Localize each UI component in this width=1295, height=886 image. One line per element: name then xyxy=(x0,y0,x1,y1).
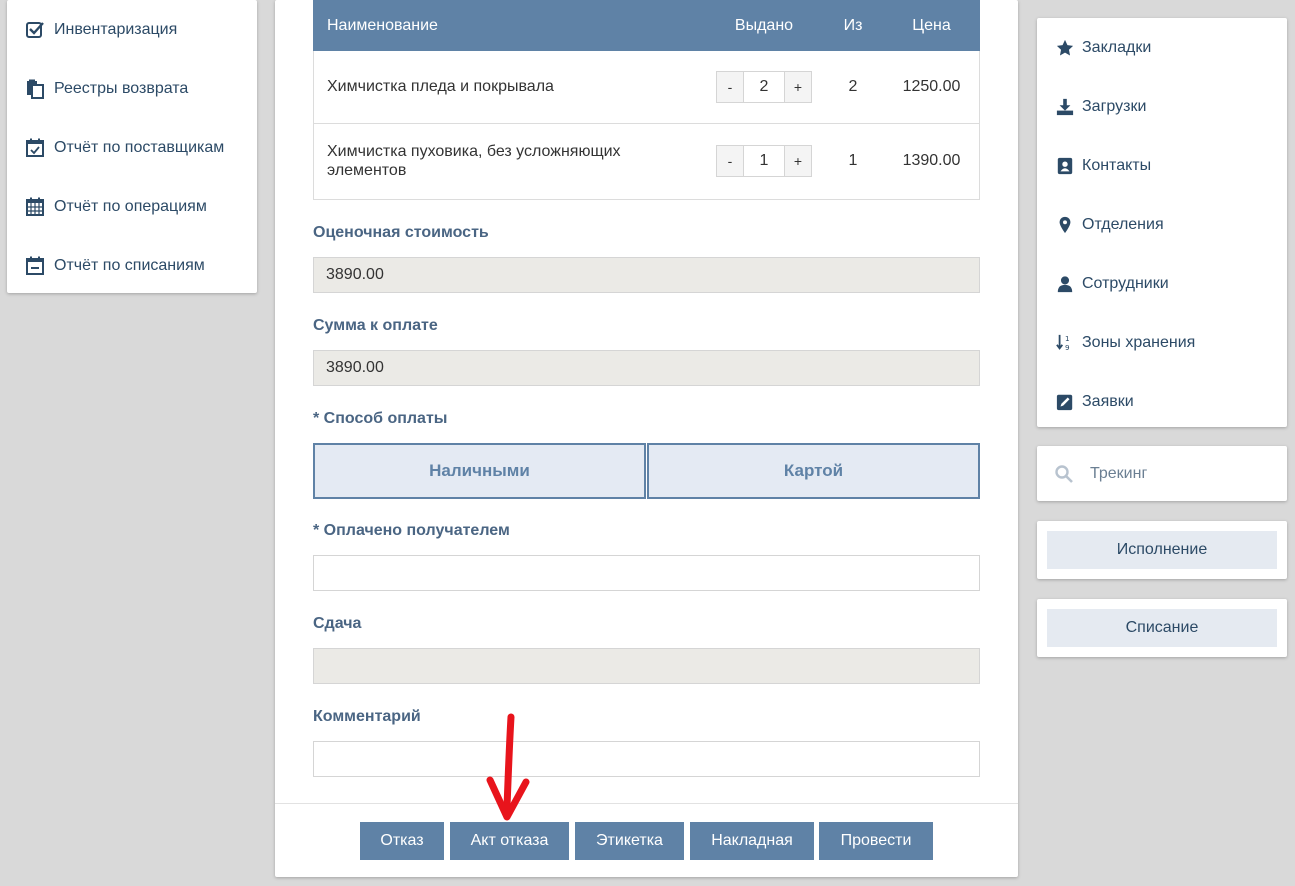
quantity-stepper: - 1 + xyxy=(716,145,812,177)
table-row: Химчистка пледа и покрывала - 2 + 2 1250… xyxy=(313,51,980,124)
quantity-stepper: - 2 + xyxy=(716,70,812,103)
menu-item-label: Инвентаризация xyxy=(54,20,178,38)
item-issued-cell: - 1 + xyxy=(705,123,823,200)
menu-item-operations-report[interactable]: Отчёт по операциям xyxy=(7,177,257,236)
sidebar-item-label: Зоны хранения xyxy=(1082,333,1196,351)
menu-item-label: Реестры возврата xyxy=(54,79,189,97)
sidebar-item-label: Контакты xyxy=(1082,156,1152,174)
estimated-cost-label: Оценочная стоимость xyxy=(313,224,489,241)
map-marker-icon xyxy=(1055,215,1075,235)
amount-due-label: Сумма к оплате xyxy=(313,317,438,334)
payment-method-group: Наличными Картой xyxy=(313,443,980,499)
write-off-button[interactable]: Списание xyxy=(1047,609,1277,647)
sidebar-item-label: Сотрудники xyxy=(1082,274,1169,292)
paid-by-recipient-label: * Оплачено получателем xyxy=(313,522,510,539)
column-header-price: Цена xyxy=(883,0,980,51)
table-header-row: Наименование Выдано Из Цена xyxy=(313,0,980,51)
sidebar-item-branches[interactable]: Отделения xyxy=(1037,195,1287,254)
change-field xyxy=(313,648,980,684)
menu-item-label: Отчёт по операциям xyxy=(54,197,207,215)
refusal-button[interactable]: Отказ xyxy=(360,822,444,860)
calendar-minus-icon xyxy=(24,255,46,277)
star-icon xyxy=(1055,38,1075,58)
tracking-input-placeholder[interactable]: Трекинг xyxy=(1090,465,1147,483)
execution-button[interactable]: Исполнение xyxy=(1047,531,1277,569)
pay-cash-button[interactable]: Наличными xyxy=(313,443,646,499)
decrement-button[interactable]: - xyxy=(717,71,743,102)
label-button[interactable]: Этикетка xyxy=(575,822,684,860)
download-icon xyxy=(1055,97,1075,117)
sidebar-item-label: Заявки xyxy=(1082,392,1134,410)
item-of: 1 xyxy=(823,123,883,200)
table-row: Химчистка пуховика, без усложняющих элем… xyxy=(313,123,980,200)
documents-icon xyxy=(24,78,46,100)
items-table: Наименование Выдано Из Цена Химчистка пл… xyxy=(313,0,980,200)
sidebar-item-label: Загрузки xyxy=(1082,97,1147,115)
comment-label: Комментарий xyxy=(313,708,421,725)
sidebar-item-downloads[interactable]: Загрузки xyxy=(1037,77,1287,136)
item-of: 2 xyxy=(823,51,883,124)
increment-button[interactable]: + xyxy=(785,146,811,176)
menu-item-inventory[interactable]: Инвентаризация xyxy=(7,0,257,59)
calendar-grid-icon xyxy=(24,196,46,218)
contact-book-icon xyxy=(1055,156,1075,176)
refusal-act-button[interactable]: Акт отказа xyxy=(450,822,569,860)
menu-item-write-off-report[interactable]: Отчёт по списаниям xyxy=(7,236,257,295)
estimated-cost-field: 3890.00 xyxy=(313,257,980,293)
decrement-button[interactable]: - xyxy=(717,146,743,176)
tracking-search[interactable]: Трекинг xyxy=(1037,446,1287,501)
left-menu: Инвентаризация Реестры возврата Отчёт по… xyxy=(7,0,257,293)
quantity-value[interactable]: 1 xyxy=(743,146,785,176)
sidebar-item-label: Закладки xyxy=(1082,38,1152,56)
footer-divider xyxy=(275,803,1018,804)
calendar-check-icon xyxy=(24,137,46,159)
item-price: 1390.00 xyxy=(883,123,980,200)
sidebar-item-label: Отделения xyxy=(1082,215,1164,233)
sidebar-item-requests[interactable]: Заявки xyxy=(1037,372,1287,431)
write-off-box: Списание xyxy=(1037,599,1287,657)
sidebar-item-bookmarks[interactable]: Закладки xyxy=(1037,18,1287,77)
menu-item-label: Отчёт по списаниям xyxy=(54,256,205,274)
sidebar-item-employees[interactable]: Сотрудники xyxy=(1037,254,1287,313)
execution-box: Исполнение xyxy=(1037,521,1287,579)
sort-numeric-icon: 19 xyxy=(1055,333,1075,353)
waybill-button[interactable]: Накладная xyxy=(690,822,814,860)
order-form: Наименование Выдано Из Цена Химчистка пл… xyxy=(275,0,1018,877)
quantity-value[interactable]: 2 xyxy=(743,71,785,102)
annotation-arrow-icon xyxy=(486,713,530,821)
menu-item-label: Отчёт по поставщикам xyxy=(54,138,225,156)
column-header-name: Наименование xyxy=(313,0,705,51)
paid-by-recipient-input[interactable] xyxy=(313,555,980,591)
item-name: Химчистка пледа и покрывала xyxy=(313,51,705,124)
search-icon xyxy=(1054,464,1074,484)
svg-text:1: 1 xyxy=(1065,334,1070,343)
pay-card-button[interactable]: Картой xyxy=(647,443,980,499)
user-icon xyxy=(1055,274,1075,294)
right-menu: Закладки Загрузки Контакты Отделения Сот… xyxy=(1037,18,1287,427)
item-issued-cell: - 2 + xyxy=(705,51,823,124)
sidebar-item-storage-zones[interactable]: 19 Зоны хранения xyxy=(1037,313,1287,372)
amount-due-field: 3890.00 xyxy=(313,350,980,386)
comment-input[interactable] xyxy=(313,741,980,777)
edit-icon xyxy=(1055,392,1075,412)
column-header-of: Из xyxy=(823,0,883,51)
item-price: 1250.00 xyxy=(883,51,980,124)
post-button[interactable]: Провести xyxy=(819,822,933,860)
increment-button[interactable]: + xyxy=(785,71,811,102)
menu-item-return-registers[interactable]: Реестры возврата xyxy=(7,59,257,118)
menu-item-supplier-report[interactable]: Отчёт по поставщикам xyxy=(7,118,257,177)
checkbox-icon xyxy=(24,19,46,41)
item-name: Химчистка пуховика, без усложняющих элем… xyxy=(313,123,705,200)
column-header-issued: Выдано xyxy=(705,0,823,51)
sidebar-item-contacts[interactable]: Контакты xyxy=(1037,136,1287,195)
svg-text:9: 9 xyxy=(1065,343,1070,352)
change-label: Сдача xyxy=(313,615,362,632)
payment-method-label: * Способ оплаты xyxy=(313,410,448,427)
